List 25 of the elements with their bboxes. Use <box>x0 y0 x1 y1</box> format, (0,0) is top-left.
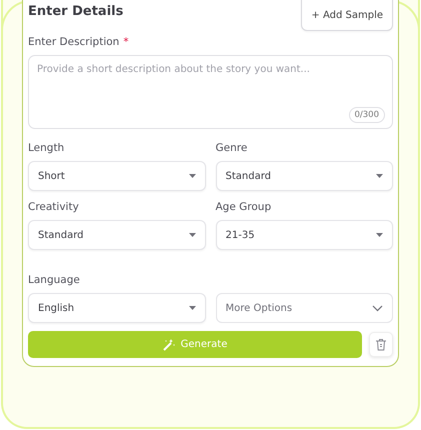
section-title: Enter Details <box>28 4 124 19</box>
caret-icon <box>188 306 196 310</box>
more-options-dropdown[interactable]: More Options <box>216 293 393 323</box>
character-counter: 0/300 <box>348 107 385 123</box>
field-label: Enter Description <box>28 36 120 48</box>
required-mark: * <box>123 36 129 48</box>
trash-icon <box>375 338 387 351</box>
caret-icon <box>188 174 196 178</box>
dropdown[interactable]: 21-35 <box>216 220 393 250</box>
field-label: Language <box>28 274 81 288</box>
dropdown[interactable]: Short <box>28 161 206 191</box>
dropdown[interactable]: Standard <box>216 161 393 191</box>
caret-icon <box>376 174 383 178</box>
delete-button[interactable] <box>369 332 393 357</box>
chevron-icon <box>372 304 383 312</box>
magic-wand-icon <box>162 338 175 350</box>
dropdown[interactable]: English <box>28 293 206 323</box>
field-label: Length <box>28 142 66 156</box>
field-label: Creativity <box>28 201 80 215</box>
caret-icon <box>376 233 383 237</box>
dropdown[interactable]: Standard <box>28 220 206 250</box>
field-label: Genre <box>216 142 248 156</box>
caret-icon <box>188 233 196 237</box>
field-label: Age Group <box>216 201 272 215</box>
add-sample-button[interactable]: + Add Sample <box>301 0 393 31</box>
